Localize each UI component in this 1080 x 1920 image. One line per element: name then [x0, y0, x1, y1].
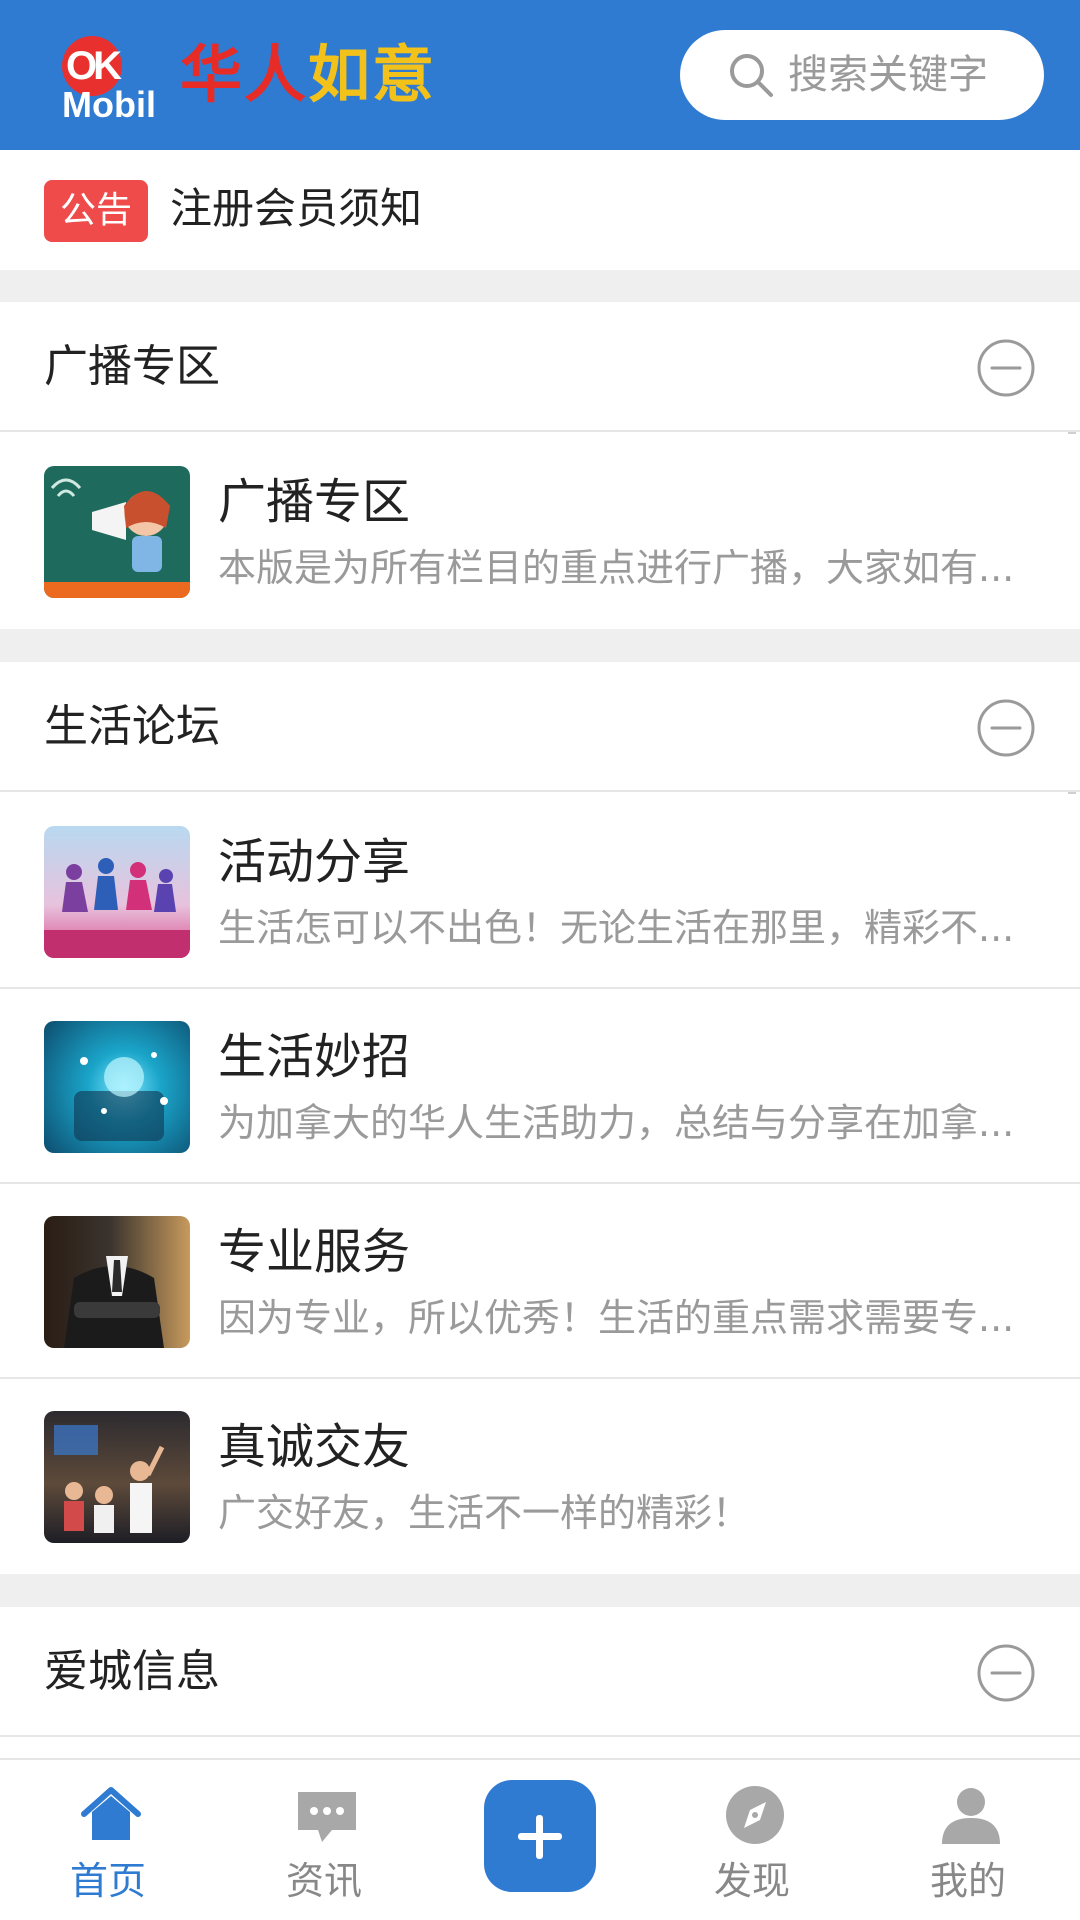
nav-item-news[interactable]: 资讯 — [244, 1760, 404, 1920]
logo-title-red: 华人 — [180, 38, 309, 111]
forum-item-broadcast[interactable]: 广播专区 本版是为所有栏目的重点进行广播，大家如有... — [0, 434, 1080, 629]
megaphone-girl-illustration — [50, 478, 170, 572]
forum-item-professional-services[interactable]: 专业服务 因为专业，所以优秀！生活的重点需求需要专... — [0, 1184, 1080, 1379]
party-people-illustration — [54, 1425, 165, 1533]
forum-item-description: 广交好友，生活不一样的精彩！ — [218, 1491, 751, 1535]
forum-item-sincere-friends[interactable]: 真诚交友 广交好友，生活不一样的精彩！ — [0, 1379, 1080, 1574]
forum-item-activity-sharing[interactable]: 活动分享 生活怎可以不出色！无论生活在那里，精彩不... — [0, 794, 1080, 989]
forum-thumbnail — [44, 826, 190, 958]
search-icon — [730, 54, 773, 97]
forum-item-title: 广播专区 — [218, 474, 411, 530]
forum-item-description: 因为专业，所以优秀！生活的重点需求需要专... — [218, 1296, 1015, 1340]
notice-badge: 公告 — [44, 180, 148, 242]
notice-text: 注册会员须知 — [170, 184, 423, 233]
forum-item-title: 生活妙招 — [218, 1029, 411, 1085]
nav-item-discover[interactable]: 发现 — [672, 1760, 832, 1920]
user-icon — [942, 1788, 1000, 1844]
forum-item-description: 本版是为所有栏目的重点进行广播，大家如有... — [218, 546, 1015, 590]
section-divider — [0, 629, 1080, 662]
section-header-broadcast[interactable]: 广播专区 — [0, 302, 1080, 432]
jumping-people-illustration — [44, 858, 190, 958]
collapse-icon[interactable] — [976, 1643, 1036, 1703]
nav-label: 我的 — [929, 1859, 1006, 1903]
nav-item-mine[interactable]: 我的 — [888, 1760, 1048, 1920]
section-title: 广播专区 — [44, 341, 220, 392]
plus-icon-vertical — [536, 1815, 543, 1859]
forum-item-title: 活动分享 — [218, 834, 411, 890]
bottom-navigation: 首页 资讯 发现 我的 — [0, 1758, 1080, 1920]
nav-label: 首页 — [69, 1859, 146, 1903]
tech-glow-illustration — [74, 1052, 168, 1141]
nav-item-home[interactable]: 首页 — [28, 1760, 188, 1920]
collapse-icon[interactable] — [976, 338, 1036, 398]
chat-icon — [298, 1792, 356, 1842]
logo-title: 华人如意 — [180, 40, 436, 110]
businessman-illustration — [64, 1256, 164, 1348]
app-header: OK Mobil 华人如意 搜索关键字 — [0, 0, 1080, 150]
forum-item-description: 为加拿大的华人生活助力，总结与分享在加拿... — [218, 1101, 1015, 1145]
search-input[interactable]: 搜索关键字 — [680, 30, 1044, 120]
add-post-button[interactable] — [484, 1780, 596, 1892]
section-divider — [0, 1574, 1080, 1607]
forum-thumbnail — [44, 1216, 190, 1348]
forum-thumbnail — [44, 1021, 190, 1153]
search-placeholder: 搜索关键字 — [788, 52, 988, 98]
forum-item-description: 生活怎可以不出色！无论生活在那里，精彩不... — [218, 906, 1015, 950]
logo-title-yellow: 如意 — [308, 38, 437, 111]
collapse-icon[interactable] — [976, 698, 1036, 758]
forum-item-life-tips[interactable]: 生活妙招 为加拿大的华人生活助力，总结与分享在加拿... — [0, 989, 1080, 1184]
logo-subtext: Mobil — [62, 84, 156, 125]
thumbnail-accent-bar — [44, 582, 190, 598]
forum-thumbnail — [44, 466, 190, 598]
home-icon — [81, 1787, 141, 1840]
nav-label: 发现 — [713, 1859, 790, 1903]
compass-icon — [726, 1786, 784, 1844]
section-title: 爱城信息 — [44, 1646, 220, 1697]
section-header-life-forum[interactable]: 生活论坛 — [0, 662, 1080, 792]
forum-item-title: 专业服务 — [218, 1224, 411, 1280]
nav-label: 资讯 — [285, 1859, 362, 1903]
forum-item-title: 真诚交友 — [218, 1419, 411, 1475]
section-divider — [0, 270, 1080, 302]
section-header-city-info[interactable]: 爱城信息 — [0, 1607, 1080, 1737]
notice-bar[interactable]: 公告 注册会员须知 — [0, 150, 1080, 270]
section-title: 生活论坛 — [44, 701, 220, 752]
forum-thumbnail — [44, 1411, 190, 1543]
